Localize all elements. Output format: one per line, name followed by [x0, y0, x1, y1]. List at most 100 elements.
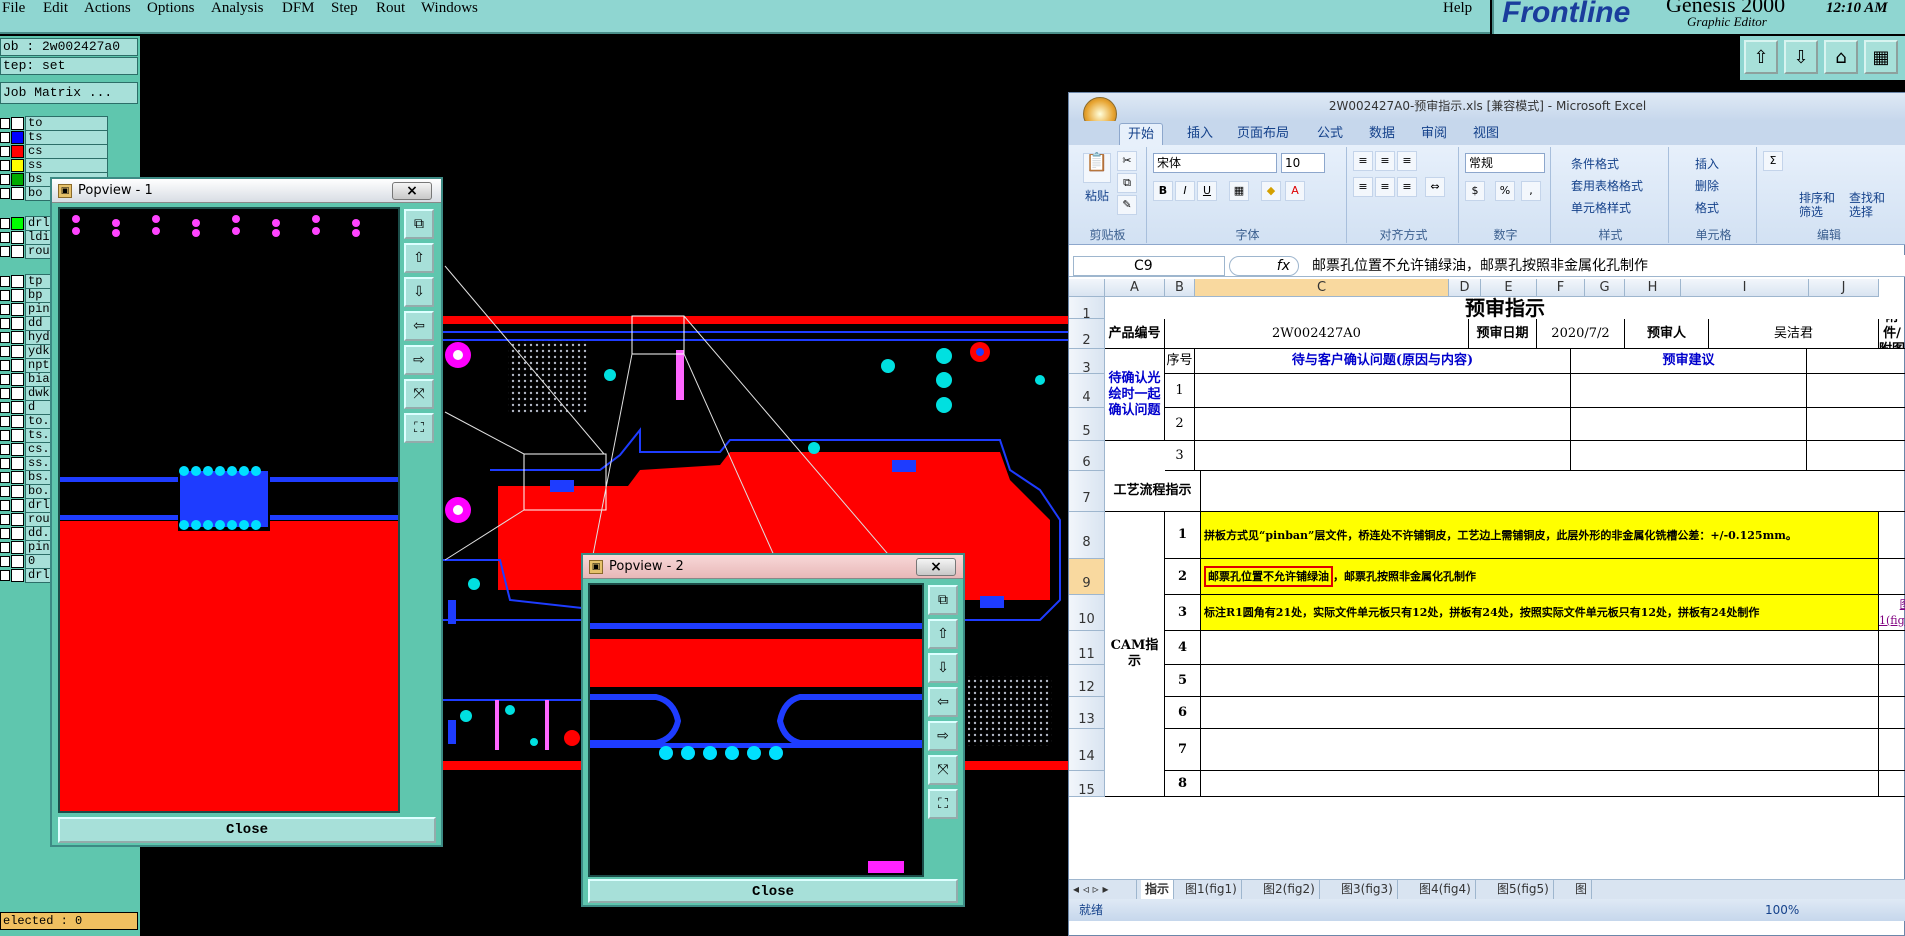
italic-icon[interactable]: I	[1175, 181, 1195, 201]
cell[interactable]	[1201, 665, 1879, 697]
align-center-icon[interactable]: ≡	[1375, 177, 1395, 197]
layer-checkbox[interactable]	[0, 570, 10, 581]
cam-seq-cell[interactable]: 7	[1165, 729, 1201, 771]
cell[interactable]	[1201, 729, 1879, 771]
sheet-nav-arrows[interactable]: ◂ ◃ ▹ ▸	[1069, 880, 1137, 899]
download-icon[interactable]: ⇩	[404, 277, 434, 307]
question-cell[interactable]	[1195, 374, 1571, 408]
cell[interactable]	[1201, 771, 1879, 797]
delete-cells-button[interactable]: 删除	[1695, 177, 1719, 194]
column-header[interactable]: B	[1165, 279, 1195, 297]
layer-row[interactable]: ts	[0, 130, 110, 145]
layer-checkbox[interactable]	[0, 146, 10, 157]
tab-home[interactable]: 开始	[1119, 123, 1164, 145]
layer-row[interactable]: ss	[0, 158, 110, 173]
job-matrix-button[interactable]: Job Matrix ...	[0, 82, 138, 104]
menu-dfm[interactable]: DFM	[282, 0, 315, 17]
layer-row[interactable]: to	[0, 116, 110, 131]
arrow-right-icon[interactable]: ⇨	[928, 721, 958, 751]
layer-checkbox[interactable]	[0, 528, 10, 539]
question-header-cell[interactable]: 待与客户确认问题(原因与内容)	[1195, 349, 1571, 374]
prod-cell[interactable]: 2W002427A0	[1165, 319, 1469, 349]
column-header[interactable]: H	[1625, 279, 1681, 297]
layer-checkbox[interactable]	[0, 486, 10, 497]
layer-checkbox[interactable]	[0, 218, 10, 229]
font-size-select[interactable]: 10	[1281, 153, 1325, 173]
underline-icon[interactable]: U	[1197, 181, 1217, 201]
row-header[interactable]: 5	[1069, 408, 1105, 441]
align-right-icon[interactable]: ≡	[1397, 177, 1417, 197]
popview-2-close-button[interactable]: Close	[588, 879, 958, 903]
seq-header-cell[interactable]: 序号	[1165, 349, 1195, 374]
reviewer-cell[interactable]: 吴洁君	[1709, 319, 1879, 349]
tab-insert[interactable]: 插入	[1179, 123, 1221, 145]
cell[interactable]	[1879, 729, 1905, 771]
layer-checkbox[interactable]	[0, 332, 10, 343]
fx-icon[interactable]: fx	[1229, 256, 1299, 276]
cell[interactable]	[1879, 665, 1905, 697]
column-header[interactable]: A	[1105, 279, 1165, 297]
suggestion-cell[interactable]	[1571, 374, 1807, 408]
flow-cell[interactable]: 工艺流程指示	[1105, 471, 1201, 512]
row-header[interactable]: 11	[1069, 631, 1105, 665]
seq-cell[interactable]: 1	[1165, 374, 1195, 408]
layer-checkbox[interactable]	[0, 360, 10, 371]
cam-seq-cell[interactable]: 1	[1165, 512, 1201, 559]
sheet-tab[interactable]: 图	[1571, 880, 1593, 899]
conditional-format-button[interactable]: 条件格式	[1571, 155, 1619, 172]
cell-style-button[interactable]: 单元格样式	[1571, 199, 1631, 216]
currency-icon[interactable]: $	[1465, 181, 1485, 201]
cam-seq-cell[interactable]: 3	[1165, 595, 1201, 631]
upload-icon[interactable]: ⇧	[928, 619, 958, 649]
copy-icon[interactable]: ⧉	[928, 585, 958, 615]
layer-checkbox[interactable]	[0, 472, 10, 483]
download-icon[interactable]: ⇩	[928, 653, 958, 683]
layer-checkbox[interactable]	[0, 500, 10, 511]
row-header[interactable]: 2	[1069, 319, 1105, 349]
seq-cell[interactable]: 2	[1165, 408, 1195, 441]
cell[interactable]	[1879, 771, 1905, 797]
layer-checkbox[interactable]	[0, 458, 10, 469]
cam-text-cell[interactable]: 标注R1圆角有21处，实际文件单元板只有12处，拼板有24处，按照实际文件单元板…	[1201, 595, 1879, 631]
row-header[interactable]: 1	[1069, 297, 1105, 322]
menu-options[interactable]: Options	[147, 0, 195, 17]
menu-windows[interactable]: Windows	[421, 0, 478, 17]
merge-icon[interactable]: ⇔	[1425, 177, 1445, 197]
percent-icon[interactable]: %	[1495, 181, 1515, 201]
cam-seq-cell[interactable]: 4	[1165, 631, 1201, 665]
cell[interactable]	[1807, 349, 1905, 374]
tool-import-icon[interactable]: ⇩	[1784, 40, 1818, 74]
layer-checkbox[interactable]	[0, 444, 10, 455]
reviewer-label-cell[interactable]: 预审人	[1625, 319, 1709, 349]
row-header[interactable]: 9	[1069, 559, 1105, 595]
cam-cell[interactable]: CAM指示	[1105, 512, 1165, 797]
sheet-tab[interactable]: 指示	[1141, 880, 1175, 899]
layer-checkbox[interactable]	[0, 232, 10, 243]
border-icon[interactable]: ▦	[1229, 181, 1249, 201]
row-header[interactable]: 6	[1069, 441, 1105, 471]
spreadsheet-grid[interactable]: ABCDEFGHIJ 1 2 3 4 5 6 7 8 9 10 11 12 13 14 15 预审指示 产品编…	[1069, 279, 1905, 889]
popview-1-close-button[interactable]: Close	[58, 817, 436, 843]
layer-checkbox[interactable]	[0, 402, 10, 413]
cam-seq-cell[interactable]: 8	[1165, 771, 1201, 797]
select-all[interactable]	[1069, 279, 1105, 297]
question-cell[interactable]	[1195, 441, 1571, 471]
date-label-cell[interactable]: 预审日期	[1469, 319, 1537, 349]
layer-checkbox[interactable]	[0, 118, 10, 129]
bold-icon[interactable]: B	[1153, 181, 1173, 201]
tab-view[interactable]: 视图	[1465, 123, 1507, 145]
row-header[interactable]: 15	[1069, 771, 1105, 798]
layer-checkbox[interactable]	[0, 514, 10, 525]
insert-cells-button[interactable]: 插入	[1695, 155, 1719, 172]
question-cell[interactable]	[1195, 408, 1571, 441]
menu-edit[interactable]: Edit	[43, 0, 68, 17]
layer-checkbox[interactable]	[0, 132, 10, 143]
layer-checkbox[interactable]	[0, 188, 10, 199]
layer-checkbox[interactable]	[0, 276, 10, 287]
layer-checkbox[interactable]	[0, 556, 10, 567]
cam-text-cell[interactable]: 邮票孔位置不允许铺绿油，邮票孔按照非金属化孔制作	[1201, 559, 1879, 595]
layer-row[interactable]: cs	[0, 144, 110, 159]
copy-icon[interactable]: ⧉	[1117, 173, 1137, 193]
sheet-tab[interactable]: 图5(fig5)	[1493, 880, 1554, 899]
layer-checkbox[interactable]	[0, 374, 10, 385]
